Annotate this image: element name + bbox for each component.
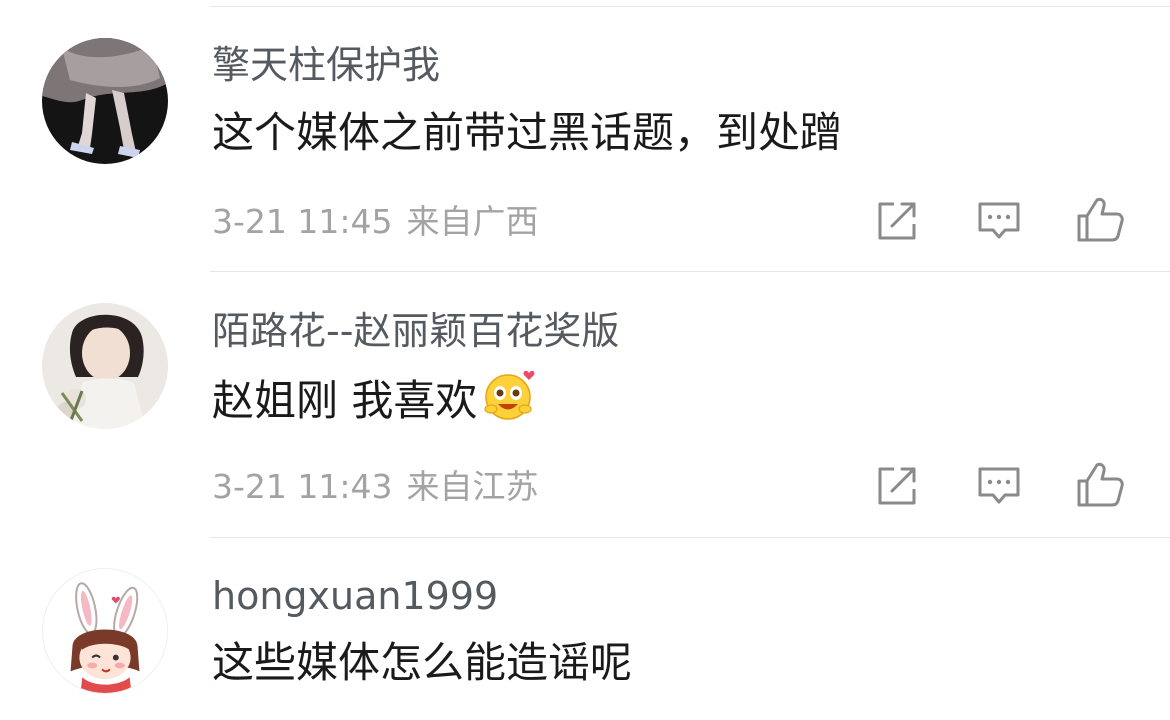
comment-text: 赵姐刚 我喜欢 bbox=[212, 370, 537, 434]
divider bbox=[210, 6, 1170, 7]
avatar-image bbox=[42, 303, 168, 429]
comment-meta: 3-21 11:45 来自广西 bbox=[212, 202, 539, 242]
reply-button[interactable] bbox=[974, 461, 1024, 511]
comment-feed: 擎天柱保护我 这个媒体之前带过黑话题，到处蹭 3-21 11:45 来自广西 陌… bbox=[0, 0, 1170, 720]
comment-text: 这些媒体怎么能造谣呢 bbox=[212, 638, 633, 687]
reply-button[interactable] bbox=[974, 196, 1024, 246]
comment-location: 来自江苏 bbox=[406, 467, 539, 506]
comment-text-body: 赵姐刚 我喜欢 bbox=[212, 376, 478, 425]
happy-face-emoji bbox=[481, 367, 537, 434]
comment-meta: 3-21 11:43 来自江苏 bbox=[212, 467, 539, 507]
username[interactable]: hongxuan1999 bbox=[212, 574, 498, 618]
divider bbox=[210, 271, 1170, 272]
thumbs-up-icon bbox=[1077, 197, 1124, 242]
username[interactable]: 擎天柱保护我 bbox=[212, 43, 440, 87]
share-button[interactable] bbox=[872, 461, 922, 511]
share-icon bbox=[878, 467, 916, 505]
share-icon bbox=[878, 202, 916, 240]
comment-time: 3-21 11:43 bbox=[212, 467, 393, 506]
share-button[interactable] bbox=[872, 196, 922, 246]
thumbs-up-icon bbox=[1077, 462, 1124, 507]
like-button[interactable] bbox=[1075, 459, 1125, 509]
username[interactable]: 陌路花--赵丽颖百花奖版 bbox=[212, 309, 619, 353]
user-avatar[interactable] bbox=[42, 568, 168, 694]
user-avatar[interactable] bbox=[42, 38, 168, 164]
like-button[interactable] bbox=[1075, 194, 1125, 244]
comment-icon bbox=[978, 467, 1020, 504]
comment-text: 这个媒体之前带过黑话题，到处蹭 bbox=[212, 108, 843, 157]
comment-icon bbox=[978, 202, 1020, 239]
comment-location: 来自广西 bbox=[406, 202, 539, 241]
user-avatar[interactable] bbox=[42, 303, 168, 429]
avatar-image bbox=[42, 38, 168, 164]
avatar-image bbox=[43, 569, 167, 693]
comment-time: 3-21 11:45 bbox=[212, 202, 393, 241]
divider bbox=[210, 537, 1170, 538]
